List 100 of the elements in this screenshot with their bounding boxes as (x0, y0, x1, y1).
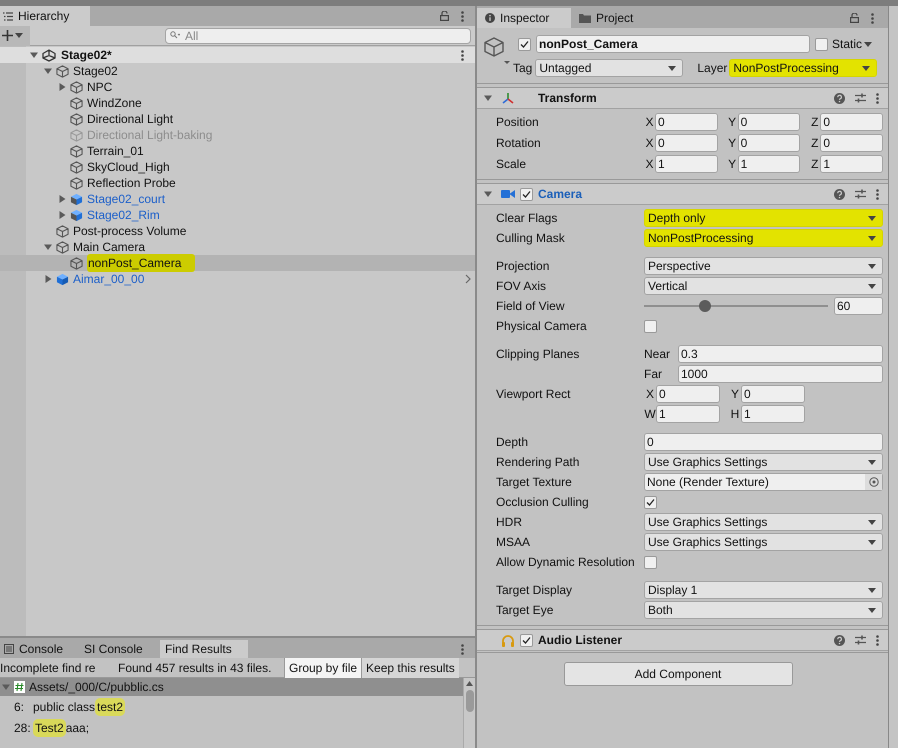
component-header[interactable]: Camera (477, 183, 888, 205)
console-tab[interactable]: Console (0, 640, 80, 658)
property-label: Clipping Planes (496, 346, 580, 363)
tree-item[interactable]: Terrain_01 (87, 142, 144, 160)
property-label: Scale (496, 156, 528, 173)
tree-item[interactable]: Stage02_Rim (87, 206, 160, 224)
toolbar-button[interactable]: Keep this results (361, 658, 459, 678)
component-title: Camera (538, 186, 582, 203)
tree-item[interactable]: SkyCloud_High (87, 158, 170, 176)
dropdown[interactable]: Use Graphics Settings (644, 513, 883, 531)
property-label: Rotation (496, 135, 542, 152)
static-dropdown[interactable]: Static (832, 35, 872, 53)
property-label: Target Texture (496, 474, 573, 491)
dropdown[interactable]: NonPostProcessing (644, 229, 883, 247)
tree-item[interactable]: Stage02_court (87, 190, 166, 208)
tree-item[interactable]: Post-process Volume (73, 222, 186, 240)
property-label: Projection (496, 258, 550, 275)
input-field[interactable]: 1 (820, 155, 884, 173)
property-label: MSAA (496, 534, 532, 551)
tree-item[interactable]: Stage02 (73, 62, 118, 80)
tree-item[interactable]: Reflection Probe (87, 174, 176, 192)
axis-label: Y (727, 156, 738, 173)
dropdown[interactable]: Depth only (644, 209, 883, 227)
component-title: Transform (538, 90, 597, 107)
property-label: Rendering Path (496, 454, 580, 471)
input-field[interactable]: 0 (738, 113, 800, 131)
dropdown[interactable]: Vertical (644, 277, 883, 295)
tree-item[interactable]: NPC (87, 78, 112, 96)
property-label: Culling Mask (496, 230, 566, 247)
dropdown[interactable]: Untagged (535, 59, 684, 77)
scene-name[interactable]: Stage02* (61, 46, 112, 64)
property-label: FOV Axis (496, 278, 548, 295)
dropdown[interactable]: NonPostProcessing (729, 59, 878, 77)
property-label: HDR (496, 514, 523, 531)
toolbar-button[interactable]: Group by file (284, 658, 362, 678)
axis-label: X (644, 386, 655, 403)
object-field[interactable]: None (Render Texture) (644, 473, 883, 491)
tree-item[interactable]: Main Camera (73, 238, 146, 256)
inspector-tab[interactable]: Project (571, 8, 665, 28)
input-field[interactable]: 0 (738, 134, 800, 152)
dropdown[interactable]: Use Graphics Settings (644, 453, 883, 471)
input-field[interactable]: 0 (644, 433, 883, 451)
tree-item[interactable]: nonPost_Camera (87, 254, 196, 272)
add-component-button[interactable]: Add Component (564, 662, 792, 686)
result-line[interactable]: 6: public class test2 (0, 696, 463, 717)
hierarchy-tab[interactable]: Hierarchy (0, 6, 90, 26)
property-label: Viewport Rect (496, 386, 572, 403)
file-row[interactable]: Assets/_000/C/pubblic.cs (0, 678, 463, 696)
property-label: Clear Flags (496, 210, 558, 227)
search-field[interactable]: All (165, 28, 471, 44)
input-field[interactable]: 1 (656, 405, 720, 423)
component-title: Audio Listener (538, 632, 622, 649)
input-field[interactable]: nonPost_Camera (536, 35, 810, 53)
input-field[interactable]: 60 (834, 297, 883, 315)
axis-label: W (644, 406, 656, 423)
input-field[interactable]: 0 (655, 113, 718, 131)
property-label: Target Eye (496, 602, 554, 619)
result-line[interactable]: 28: Test2 aaa; (0, 717, 463, 738)
tree-item[interactable]: WindZone (87, 94, 142, 112)
input-field[interactable]: 1000 (678, 365, 883, 383)
input-field[interactable]: 0 (656, 385, 720, 403)
axis-label: Z (810, 135, 820, 152)
console-tab[interactable]: Find Results (160, 640, 248, 658)
tree-item[interactable]: Directional Light (87, 110, 174, 128)
input-field[interactable]: 1 (741, 405, 805, 423)
dropdown[interactable]: Display 1 (644, 581, 883, 599)
dropdown[interactable]: Use Graphics Settings (644, 533, 883, 551)
summary-text: Found 457 results in 43 files. (118, 660, 272, 676)
input-field[interactable]: 0 (655, 134, 718, 152)
selection-highlight[interactable]: nonPost_Camera (0, 255, 475, 271)
component-header[interactable]: Audio Listener (477, 629, 888, 651)
property-label: Depth (496, 434, 530, 451)
component-header[interactable]: Transform (477, 87, 888, 109)
file-path[interactable]: Assets/_000/C/pubblic.cs (29, 678, 164, 696)
input-field[interactable]: 0.3 (678, 345, 883, 363)
axis-label: X (644, 156, 654, 173)
status-text: Incomplete find re (0, 660, 96, 676)
layer-label: Layer (697, 60, 728, 77)
axis-label: X (644, 114, 654, 131)
property-label: Field of View (496, 298, 566, 315)
axis-label: H (730, 406, 740, 423)
tag-label: Tag (513, 60, 532, 77)
axis-label: Y (730, 386, 740, 403)
dropdown[interactable]: Both (644, 601, 883, 619)
input-field[interactable]: 0 (820, 113, 884, 131)
tree-item[interactable]: Aimar_00_00 (73, 270, 144, 288)
axis-label: Near (644, 346, 672, 363)
property-label: Occlusion Culling (496, 494, 590, 511)
input-field[interactable]: 0 (741, 385, 805, 403)
dropdown[interactable]: Perspective (644, 257, 883, 275)
axis-label: Y (727, 135, 738, 152)
axis-label: Far (644, 366, 663, 383)
axis-label: Z (810, 114, 820, 131)
console-tab[interactable]: SI Console (80, 640, 160, 658)
input-field[interactable]: 1 (655, 155, 718, 173)
input-field[interactable]: 1 (738, 155, 800, 173)
inspector-tab[interactable]: Inspector (477, 8, 571, 28)
axis-label: Z (810, 156, 820, 173)
input-field[interactable]: 0 (820, 134, 884, 152)
property-label: Allow Dynamic Resolution (496, 554, 636, 571)
